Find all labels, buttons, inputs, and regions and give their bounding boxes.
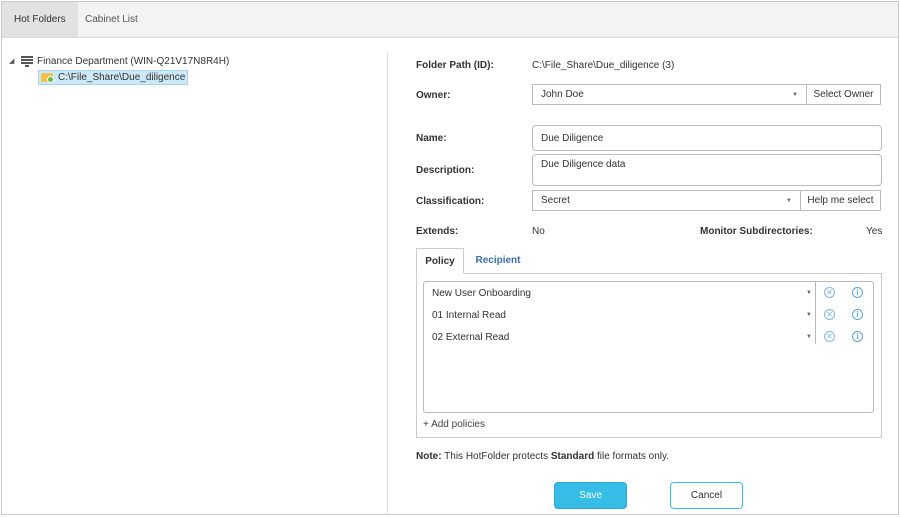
owner-select-value: John Doe	[541, 89, 584, 100]
owner-label: Owner:	[416, 90, 451, 101]
info-icon[interactable]: i	[852, 309, 863, 320]
tree-node-label: C:\File_Share\Due_diligence	[58, 71, 186, 83]
top-tab-bar: Hot Folders Cabinet List	[2, 2, 898, 38]
cancel-button[interactable]: Cancel	[670, 482, 743, 509]
note-emphasis: Standard	[550, 451, 595, 462]
description-label: Description:	[416, 165, 475, 176]
tree-node-root[interactable]: ◢ Finance Department (WIN-Q21V17N8R4H)	[9, 53, 229, 69]
monitor-subdirectories-value: Yes	[866, 226, 883, 237]
policy-name: 01 Internal Read	[432, 309, 506, 321]
info-icon[interactable]: i	[852, 287, 863, 298]
policy-name: 02 External Read	[432, 331, 510, 343]
select-owner-button[interactable]: Select Owner	[806, 84, 881, 105]
note-prefix: Note:	[416, 451, 442, 462]
panel-divider	[387, 52, 388, 515]
server-icon	[21, 55, 33, 67]
remove-policy-icon[interactable]: ✕	[824, 287, 835, 298]
classification-select[interactable]: Secret ▼	[532, 190, 801, 211]
chevron-down-icon[interactable]: ▼	[806, 312, 812, 318]
policy-name: New User Onboarding	[432, 287, 531, 299]
help-me-select-button[interactable]: Help me select	[800, 190, 881, 211]
chevron-down-icon[interactable]: ▼	[806, 290, 812, 296]
tab-recipient[interactable]: Recipient	[470, 248, 526, 274]
info-icon[interactable]: i	[852, 331, 863, 342]
monitor-subdirectories-label: Monitor Subdirectories:	[700, 226, 813, 237]
tab-hot-folders[interactable]: Hot Folders	[2, 2, 78, 37]
folder-path-value: C:\File_Share\Due_diligence (3)	[532, 60, 675, 71]
folder-tree: ◢ Finance Department (WIN-Q21V17N8R4H) C…	[2, 39, 386, 515]
name-label: Name:	[416, 133, 447, 144]
folder-path-label: Folder Path (ID):	[416, 60, 494, 71]
name-input[interactable]: Due Diligence	[532, 125, 882, 151]
selected-tree-item[interactable]: C:\File_Share\Due_diligence	[38, 69, 189, 85]
classification-select-value: Secret	[541, 195, 570, 206]
tab-cabinet-list[interactable]: Cabinet List	[73, 2, 150, 37]
chevron-down-icon[interactable]: ▼	[806, 334, 812, 340]
tab-policy[interactable]: Policy	[416, 248, 464, 274]
policy-row[interactable]: 02 External Read ▼	[424, 327, 816, 347]
hot-folder-icon	[41, 71, 55, 83]
description-textarea[interactable]: Due Diligence data	[532, 154, 882, 186]
extends-value: No	[532, 226, 545, 237]
note-text-before: This HotFolder protects	[441, 451, 551, 462]
add-policies-link[interactable]: + Add policies	[423, 419, 485, 430]
classification-label: Classification:	[416, 196, 485, 207]
collapse-caret-icon[interactable]: ◢	[9, 57, 17, 65]
tree-node-root-label: Finance Department (WIN-Q21V17N8R4H)	[37, 55, 230, 67]
remove-policy-icon[interactable]: ✕	[824, 331, 835, 342]
policy-row[interactable]: New User Onboarding ▼	[424, 283, 816, 303]
chevron-down-icon: ▼	[786, 197, 792, 204]
policy-list: New User Onboarding ▼ ✕ i 01 Internal Re…	[423, 281, 874, 413]
policy-row[interactable]: 01 Internal Read ▼	[424, 305, 816, 325]
tree-node-due-diligence[interactable]: C:\File_Share\Due_diligence	[38, 69, 189, 85]
remove-policy-icon[interactable]: ✕	[824, 309, 835, 320]
extends-label: Extends:	[416, 226, 459, 237]
save-button[interactable]: Save	[554, 482, 627, 509]
hotfolder-note: Note: This HotFolder protects Standard f…	[416, 451, 669, 462]
owner-select[interactable]: John Doe ▼	[532, 84, 807, 105]
chevron-down-icon: ▼	[792, 91, 798, 98]
note-text-after: file formats only.	[594, 451, 670, 462]
